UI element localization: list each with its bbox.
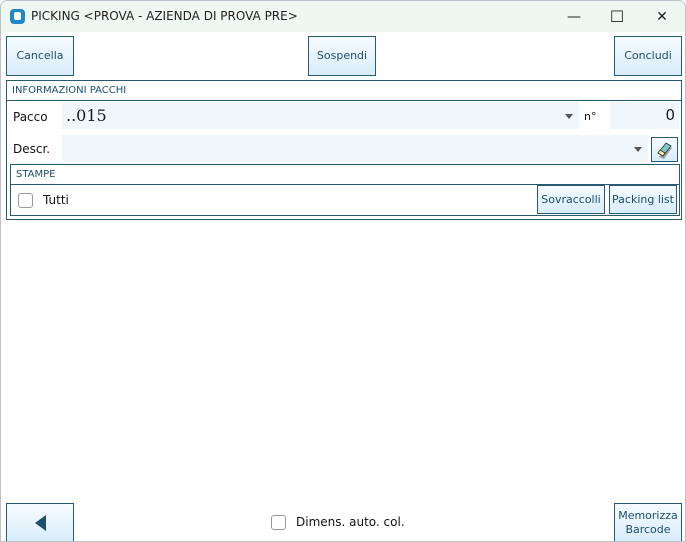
title-bar: PICKING <PROVA - AZIENDA DI PROVA PRE> —… [1,1,685,32]
all-checkbox[interactable] [18,193,33,208]
number-label: n° [584,110,597,123]
picking-window: PICKING <PROVA - AZIENDA DI PROVA PRE> —… [0,0,686,542]
auto-size-checkbox[interactable] [271,515,286,530]
app-icon [10,9,25,24]
overpack-button[interactable]: Sovraccolli [537,185,605,214]
print-panel-title: STAMPE [11,165,679,185]
pacco-label: Pacco [13,110,48,124]
window-title: PICKING <PROVA - AZIENDA DI PROVA PRE> [31,9,298,23]
pacco-combobox[interactable]: ..015 [62,102,579,129]
cancel-button[interactable]: Cancella [6,36,74,76]
close-button[interactable]: ✕ [639,1,685,32]
info-panel: INFORMAZIONI PACCHI Pacco ..015 n° 0 Des… [6,80,682,220]
chevron-down-icon[interactable] [634,147,642,152]
packing-list-button[interactable]: Packing list [609,185,677,214]
descr-label: Descr. [13,142,51,156]
print-panel: STAMPE Tutti Sovraccolli Packing list [10,164,680,216]
maximize-button[interactable]: ☐ [594,1,640,32]
suspend-button[interactable]: Sospendi [308,36,376,76]
info-panel-title: INFORMAZIONI PACCHI [7,81,681,101]
pacco-value: ..015 [66,106,107,125]
back-button[interactable] [6,503,74,541]
save-barcode-line1: Memorizza [618,509,678,522]
chevron-down-icon[interactable] [565,114,573,119]
descr-combobox[interactable] [62,135,648,162]
clear-button[interactable] [651,137,678,162]
number-value: 0 [665,106,675,124]
save-barcode-button[interactable]: Memorizza Barcode [614,503,682,541]
conclude-button[interactable]: Concludi [614,36,682,76]
auto-size-label: Dimens. auto. col. [296,515,405,529]
eraser-icon [656,141,672,159]
save-barcode-line2: Barcode [625,523,671,536]
number-field[interactable]: 0 [610,102,679,129]
triangle-left-icon [34,515,46,531]
all-label: Tutti [43,193,69,207]
minimize-button[interactable]: — [551,1,597,32]
